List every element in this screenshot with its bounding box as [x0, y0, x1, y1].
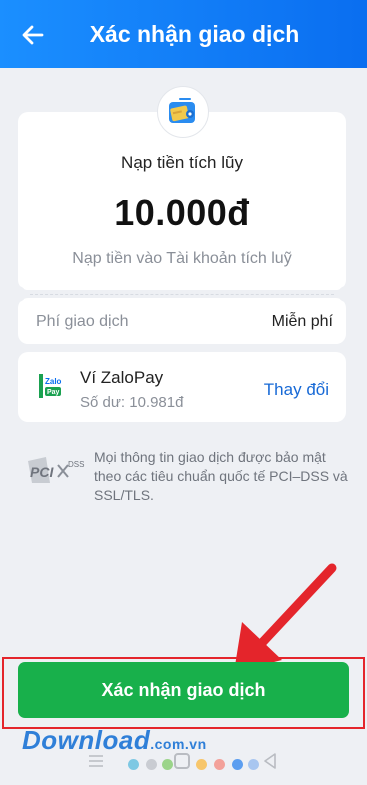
transaction-amount: 10.000đ [114, 192, 250, 233]
transaction-description: Nạp tiền vào Tài khoản tích luỹ [72, 250, 292, 267]
page-title: Xác nhận giao dịch [89, 20, 300, 47]
color-dot-icon [146, 759, 157, 770]
fee-label: Phí giao dịch [36, 313, 129, 330]
confirm-button-label: Xác nhận giao dịch [101, 679, 266, 700]
savings-wallet-icon [157, 86, 209, 138]
dss-logo-text: DSS [68, 460, 84, 469]
pci-logo-text: PCI [30, 464, 54, 480]
color-dot-icon [162, 759, 173, 770]
color-dot-icon [214, 759, 225, 770]
zalopay-logo-icon: Zalo Pay [38, 372, 64, 400]
color-dot-icon [232, 759, 243, 770]
transaction-type-label: Nạp tiền tích lũy [121, 153, 243, 172]
system-nav-bar [0, 748, 367, 785]
zalopay-logo-text-bottom: Pay [47, 389, 60, 396]
change-payment-button[interactable]: Thay đổi [264, 380, 329, 400]
arrow-left-icon[interactable] [18, 20, 48, 50]
security-note: Mọi thông tin giao dịch được bảo mật the… [94, 449, 348, 503]
color-dot-icon [128, 759, 139, 770]
card-notch-right [338, 286, 354, 302]
pci-dss-logo-icon: PCI DSS [28, 457, 84, 483]
card-divider [30, 294, 334, 295]
home-icon[interactable] [174, 753, 190, 769]
color-dot-icon [248, 759, 259, 770]
confirm-transaction-button[interactable]: Xác nhận giao dịch [18, 662, 349, 718]
card-notch-left [10, 286, 26, 302]
wallet-name: Ví ZaloPay [80, 368, 164, 387]
fee-value: Miễn phí [271, 313, 333, 330]
color-dot-icon [196, 759, 207, 770]
recent-apps-icon[interactable] [88, 754, 104, 768]
app-header: Xác nhận giao dịch [0, 0, 367, 68]
wallet-balance: Số dư: 10.981đ [80, 394, 184, 411]
zalopay-logo-text-top: Zalo [45, 377, 62, 386]
back-triangle-icon[interactable] [262, 752, 278, 770]
